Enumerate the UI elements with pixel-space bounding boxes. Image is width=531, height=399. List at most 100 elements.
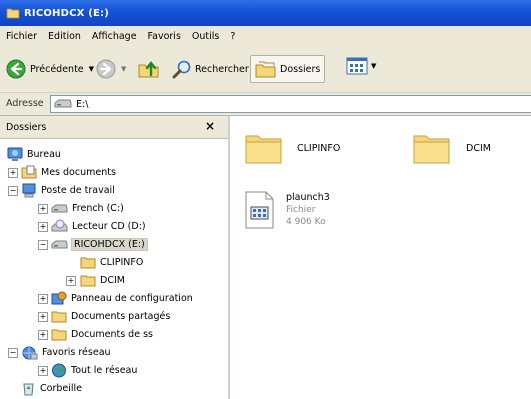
- cd-drive-icon: [51, 219, 68, 232]
- file-list: CLIPINFO DCIM plaunch3 Fichier 4 906 Ko: [230, 116, 531, 399]
- menu-item-fichier[interactable]: Fichier: [6, 31, 37, 42]
- views-icon: [346, 57, 368, 75]
- folders-pane-header: Dossiers ×: [0, 116, 228, 139]
- folder-icon: [80, 257, 96, 268]
- folder-icon: [6, 8, 20, 19]
- menu-item-affichage[interactable]: Affichage: [92, 31, 137, 42]
- menu-item-outils[interactable]: Outils: [192, 31, 219, 42]
- folder-icon: [245, 135, 282, 164]
- control-panel-icon: [51, 291, 67, 304]
- menu-item-help[interactable]: ?: [230, 31, 235, 42]
- collapse-toggle[interactable]: −: [38, 240, 48, 250]
- chevron-down-icon[interactable]: ▼: [121, 65, 126, 73]
- drive-icon: [51, 240, 68, 248]
- forward-button[interactable]: ▼: [96, 59, 126, 79]
- file-item-dcim[interactable]: DCIM: [412, 130, 491, 166]
- tree-item-label: RICOHDCX (E:): [71, 237, 148, 251]
- address-input[interactable]: E:\: [50, 95, 531, 113]
- tree-item-label: Mes documents: [41, 166, 116, 178]
- expand-toggle[interactable]: +: [8, 168, 18, 178]
- tree-item-label: Tout le réseau: [71, 364, 138, 376]
- views-button[interactable]: ▼: [346, 57, 376, 75]
- tree-item-label: Documents de ss: [71, 328, 153, 340]
- expand-toggle[interactable]: +: [38, 366, 48, 376]
- expand-toggle[interactable]: +: [38, 312, 48, 322]
- my-documents-icon: [21, 165, 37, 179]
- close-icon[interactable]: ×: [205, 119, 215, 133]
- file-type: Fichier: [286, 205, 316, 215]
- folder-icon: [51, 311, 67, 322]
- tree-item-dcim[interactable]: DCIM: [80, 272, 125, 288]
- chevron-down-icon[interactable]: ▼: [89, 65, 94, 73]
- tree-item-label: Favoris réseau: [42, 346, 111, 358]
- address-bar: Adresse E:\: [0, 93, 531, 116]
- tree-item-poste-de-travail[interactable]: Poste de travail: [21, 182, 115, 198]
- folders-pane: Dossiers × Bureau + Mes documents − Post…: [0, 116, 230, 399]
- file-details: plaunch3 Fichier 4 906 Ko: [286, 192, 330, 228]
- network-icon: [22, 346, 38, 359]
- computer-icon: [22, 183, 36, 197]
- menu-item-favoris[interactable]: Favoris: [148, 31, 181, 42]
- window-title: RICOHDCX (E:): [24, 7, 110, 19]
- menu-bar: Fichier Edition Affichage Favoris Outils…: [0, 26, 531, 47]
- recycle-bin-icon: [23, 383, 34, 395]
- chevron-down-icon[interactable]: ▼: [371, 62, 376, 70]
- up-folder-button[interactable]: [138, 59, 160, 79]
- tree-item-corbeille[interactable]: Corbeille: [21, 380, 82, 396]
- tree-item-documents-partages[interactable]: Documents partagés: [51, 308, 170, 324]
- file-icon: [245, 191, 274, 229]
- drive-icon: [54, 99, 72, 108]
- back-button[interactable]: Précédente ▼: [6, 59, 94, 79]
- tree-item-label: Documents partagés: [71, 310, 171, 322]
- forward-arrow-icon: [96, 59, 116, 79]
- tree-item-tout-le-reseau[interactable]: Tout le réseau: [51, 362, 137, 378]
- folders-button-label: Dossiers: [280, 63, 321, 75]
- expand-toggle[interactable]: +: [38, 330, 48, 340]
- title-bar[interactable]: RICOHDCX (E:): [0, 0, 531, 26]
- tree-item-bureau[interactable]: Bureau: [7, 146, 61, 162]
- back-button-label: Précédente: [30, 63, 84, 75]
- drive-icon: [51, 204, 68, 212]
- expand-toggle[interactable]: +: [38, 222, 48, 232]
- search-button-label: Rechercher: [195, 63, 249, 75]
- tree-item-lecteur-cd-d[interactable]: Lecteur CD (D:): [51, 218, 146, 234]
- address-label: Adresse: [6, 98, 44, 109]
- search-icon: [172, 60, 191, 79]
- expand-toggle[interactable]: +: [38, 294, 48, 304]
- folders-pane-title: Dossiers: [6, 122, 47, 133]
- expand-toggle[interactable]: +: [38, 204, 48, 214]
- tree-item-label: Lecteur CD (D:): [72, 220, 146, 232]
- tree-item-clipinfo[interactable]: CLIPINFO: [80, 254, 143, 270]
- tree-item-label: Corbeille: [40, 382, 82, 394]
- expand-toggle[interactable]: +: [66, 276, 76, 286]
- tree-item-label: Poste de travail: [41, 184, 115, 196]
- file-size: 4 906 Ko: [286, 217, 326, 227]
- collapse-toggle[interactable]: −: [8, 186, 18, 196]
- menu-item-edition[interactable]: Edition: [48, 31, 81, 42]
- collapse-toggle[interactable]: −: [8, 348, 18, 358]
- toolbar: Précédente ▼ ▼ Rechercher Dossiers ▼: [0, 46, 531, 93]
- tree-item-documents-de-ss[interactable]: Documents de ss: [51, 326, 153, 342]
- folders-button[interactable]: Dossiers: [250, 55, 326, 83]
- tree-item-label: CLIPINFO: [100, 256, 144, 268]
- tree-item-favoris-reseau[interactable]: Favoris réseau: [21, 344, 111, 360]
- back-arrow-icon: [6, 59, 26, 79]
- file-name: CLIPINFO: [297, 142, 341, 154]
- address-value: E:\: [76, 98, 89, 110]
- search-button[interactable]: Rechercher: [172, 59, 249, 79]
- tree-item-panneau-de-configuration[interactable]: Panneau de configuration: [51, 290, 193, 306]
- file-item-clipinfo[interactable]: CLIPINFO: [244, 130, 340, 166]
- up-folder-icon: [138, 61, 159, 78]
- tree-item-label: DCIM: [100, 274, 125, 286]
- tree-item-ricohdcx-e[interactable]: RICOHDCX (E:): [51, 236, 148, 252]
- file-name: DCIM: [466, 142, 491, 154]
- tree-item-label: Bureau: [27, 148, 61, 160]
- tree-item-label: French (C:): [72, 202, 124, 214]
- folder-icon: [413, 135, 450, 164]
- file-item-plaunch3[interactable]: plaunch3 Fichier 4 906 Ko: [242, 190, 330, 230]
- folder-icon: [80, 275, 96, 286]
- tree-item-label: Panneau de configuration: [71, 292, 193, 304]
- tree-item-french-c[interactable]: French (C:): [51, 200, 124, 216]
- tree-item-mes-documents[interactable]: Mes documents: [21, 164, 116, 180]
- file-name: plaunch3: [286, 192, 330, 203]
